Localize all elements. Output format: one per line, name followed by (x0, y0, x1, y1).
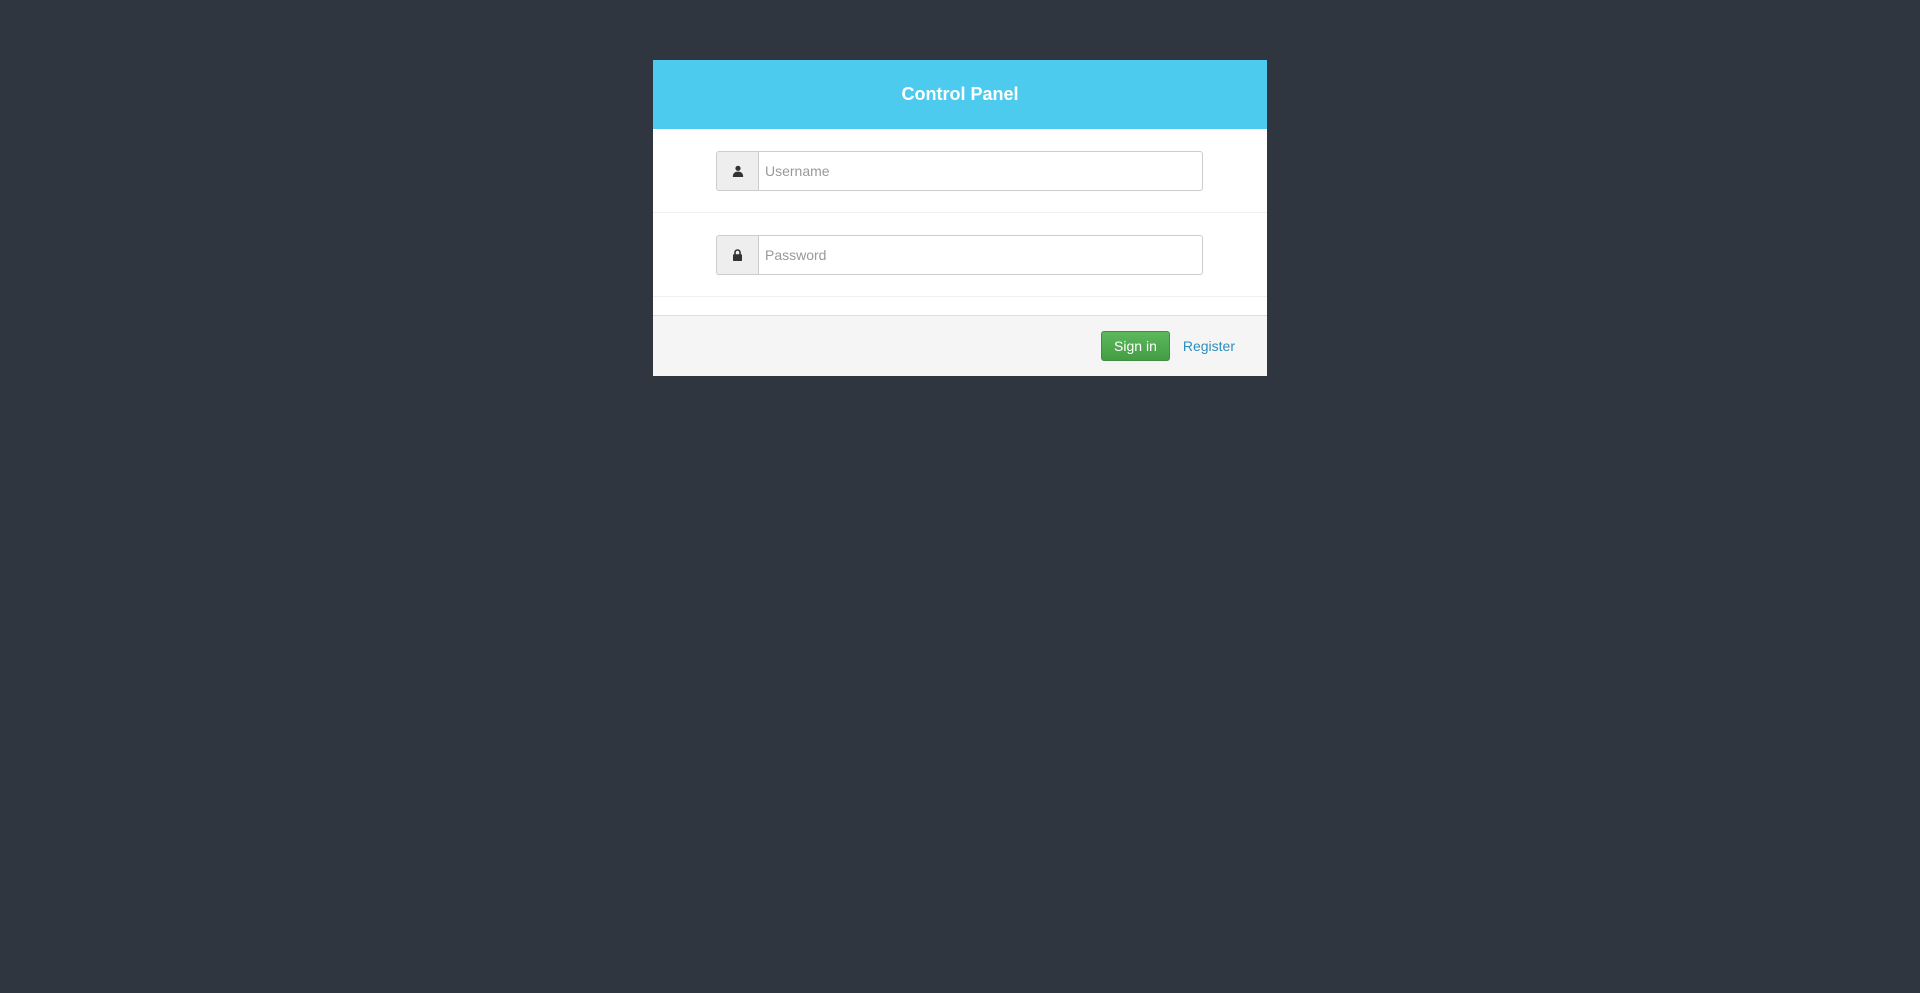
form-divider (653, 297, 1267, 316)
panel-title: Control Panel (901, 84, 1019, 104)
login-panel: Control Panel Sign in Reg (653, 60, 1267, 376)
sign-in-button[interactable]: Sign in (1101, 331, 1170, 361)
username-input[interactable] (758, 151, 1203, 191)
password-input[interactable] (758, 235, 1203, 275)
register-link[interactable]: Register (1183, 338, 1235, 354)
password-input-group (716, 235, 1203, 275)
user-icon (716, 151, 758, 191)
password-row (653, 213, 1267, 297)
panel-footer: Sign in Register (653, 316, 1267, 376)
username-row (653, 129, 1267, 213)
panel-header: Control Panel (653, 60, 1267, 129)
username-input-group (716, 151, 1203, 191)
lock-icon (716, 235, 758, 275)
